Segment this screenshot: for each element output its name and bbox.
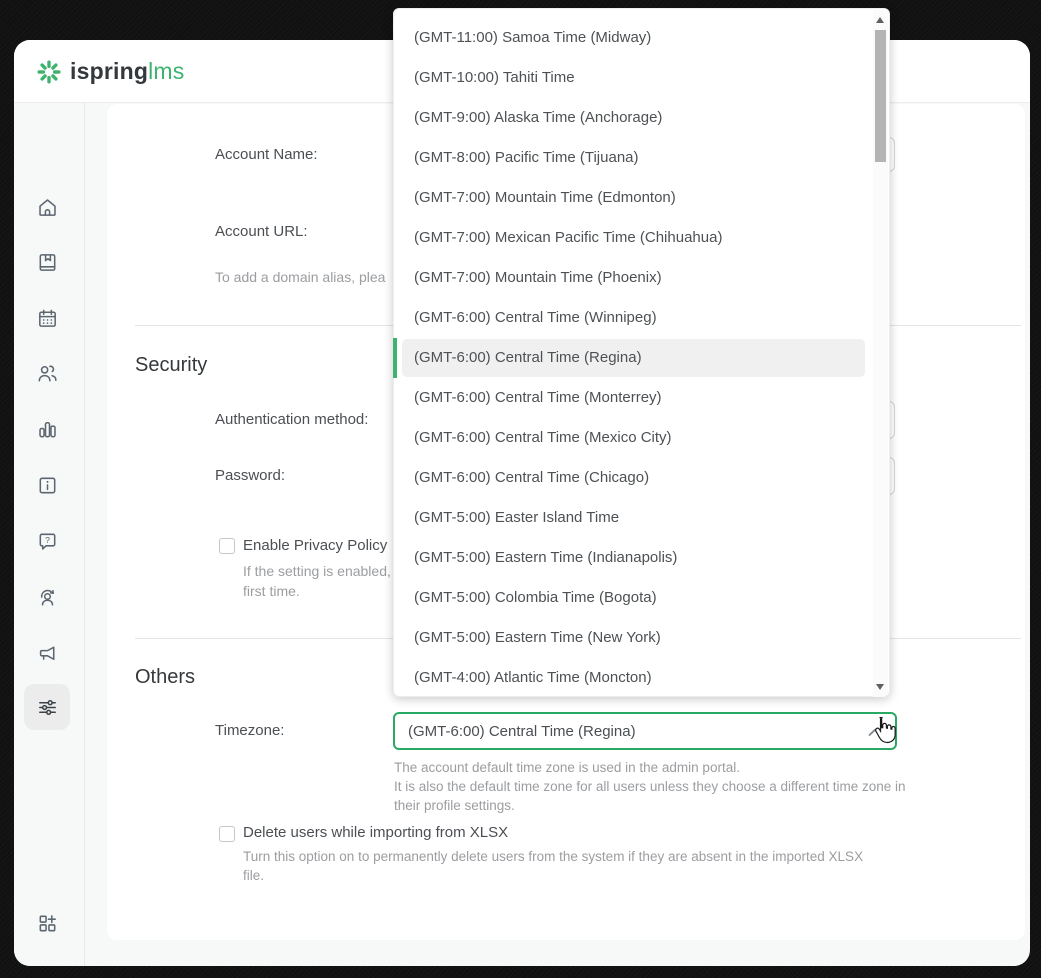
chevron-up-icon bbox=[868, 728, 882, 736]
authentication-method-label: Authentication method: bbox=[215, 411, 369, 428]
apps-add-icon bbox=[39, 914, 56, 931]
timezone-option[interactable]: (GMT-6:00) Central Time (Chicago) bbox=[394, 458, 889, 498]
logo-text: ispringlms bbox=[70, 58, 184, 85]
svg-text:?: ? bbox=[45, 535, 50, 545]
timezone-option-label: (GMT-7:00) Mountain Time (Edmonton) bbox=[414, 189, 676, 206]
timezone-label: Timezone: bbox=[215, 722, 285, 739]
timezone-option-label: (GMT-6:00) Central Time (Monterrey) bbox=[414, 389, 662, 406]
timezone-option[interactable]: (GMT-10:00) Tahiti Time bbox=[394, 58, 889, 98]
logo-ispring: ispring bbox=[70, 58, 149, 84]
timezone-option[interactable]: (GMT-4:00) Atlantic Time (Moncton) bbox=[394, 658, 889, 698]
sidebar-item-announcements[interactable] bbox=[24, 630, 70, 676]
sidebar-item-support[interactable] bbox=[24, 574, 70, 620]
timezone-option[interactable]: (GMT-5:00) Eastern Time (Indianapolis) bbox=[394, 538, 889, 578]
timezone-option-label: (GMT-11:00) Samoa Time (Midway) bbox=[414, 29, 652, 46]
timezone-hint-line3: their profile settings. bbox=[394, 798, 515, 813]
timezone-option[interactable]: (GMT-7:00) Mountain Time (Phoenix) bbox=[394, 258, 889, 298]
timezone-option-label: (GMT-6:00) Central Time (Chicago) bbox=[414, 469, 650, 486]
timezone-option[interactable]: (GMT-6:00) Central Time (Regina) bbox=[393, 338, 889, 378]
megaphone-icon bbox=[39, 646, 54, 660]
timezone-option[interactable]: (GMT-11:00) Samoa Time (Midway) bbox=[394, 18, 889, 58]
privacy-policy-checkbox[interactable] bbox=[219, 538, 235, 554]
support-person-icon bbox=[40, 589, 54, 605]
xlsx-hint-line2: file. bbox=[243, 868, 265, 883]
timezone-option[interactable]: (GMT-5:00) Easter Island Time bbox=[394, 498, 889, 538]
timezone-option-label: (GMT-9:00) Alaska Time (Anchorage) bbox=[414, 109, 663, 126]
dropdown-scrollbar[interactable] bbox=[873, 10, 888, 697]
password-label: Password: bbox=[215, 467, 286, 484]
timezone-option[interactable]: (GMT-6:00) Central Time (Winnipeg) bbox=[394, 298, 889, 338]
book-icon bbox=[39, 253, 55, 271]
sidebar-item-home[interactable] bbox=[24, 184, 70, 230]
sidebar-item-help[interactable]: ? bbox=[24, 518, 70, 564]
timezone-option[interactable]: (GMT-5:00) Colombia Time (Bogota) bbox=[394, 578, 889, 618]
timezone-hint: The account default time zone is used in… bbox=[394, 758, 906, 815]
bar-chart-icon bbox=[38, 421, 56, 437]
sidebar-item-info[interactable] bbox=[24, 462, 70, 508]
timezone-option-label: (GMT-7:00) Mexican Pacific Time (Chihuah… bbox=[414, 229, 723, 246]
account-url-label: Account URL: bbox=[215, 223, 308, 240]
delete-users-xlsx-label[interactable]: Delete users while importing from XLSX bbox=[243, 823, 508, 843]
timezone-option-label: (GMT-7:00) Mountain Time (Phoenix) bbox=[414, 269, 662, 286]
sidebar-item-reports[interactable] bbox=[24, 406, 70, 452]
scroll-up-arrow-icon[interactable] bbox=[876, 17, 884, 23]
logo-lms: lms bbox=[148, 58, 185, 84]
timezone-option-label: (GMT-10:00) Tahiti Time bbox=[414, 69, 575, 86]
timezone-option-label: (GMT-5:00) Colombia Time (Bogota) bbox=[414, 589, 657, 606]
timezone-option-label: (GMT-5:00) Eastern Time (Indianapolis) bbox=[414, 549, 678, 566]
sidebar-item-users[interactable] bbox=[24, 350, 70, 396]
timezone-option[interactable]: (GMT-9:00) Alaska Time (Anchorage) bbox=[394, 98, 889, 138]
timezone-dropdown-list: (GMT-11:00) Samoa Time (Midway) (GMT-10:0… bbox=[393, 18, 889, 698]
privacy-hint-line1: If the setting is enabled, a bbox=[243, 563, 403, 579]
account-name-label: Account Name: bbox=[215, 146, 318, 163]
timezone-select-value: (GMT-6:00) Central Time (Regina) bbox=[408, 722, 636, 740]
domain-alias-hint: To add a domain alias, plea bbox=[215, 269, 386, 285]
ispring-burst-icon bbox=[37, 60, 61, 83]
delete-users-xlsx-hint: Turn this option on to permanently delet… bbox=[243, 847, 863, 885]
xlsx-hint-line1: Turn this option on to permanently delet… bbox=[243, 849, 864, 864]
timezone-option-label: (GMT-6:00) Central Time (Winnipeg) bbox=[414, 309, 657, 326]
timezone-hint-line2: It is also the default time zone for all… bbox=[394, 779, 906, 794]
timezone-option[interactable]: (GMT-7:00) Mexican Pacific Time (Chihuah… bbox=[394, 218, 889, 258]
timezone-option-label: (GMT-5:00) Easter Island Time bbox=[414, 509, 620, 526]
timezone-option-label: (GMT-6:00) Central Time (Regina) bbox=[414, 349, 642, 366]
home-icon bbox=[38, 198, 56, 216]
timezone-option-label: (GMT-6:00) Central Time (Mexico City) bbox=[414, 429, 672, 446]
timezone-option-label: (GMT-8:00) Pacific Time (Tijuana) bbox=[414, 149, 639, 166]
timezone-select[interactable]: (GMT-6:00) Central Time (Regina) bbox=[393, 712, 897, 750]
timezone-option[interactable]: (GMT-6:00) Central Time (Monterrey) bbox=[394, 378, 889, 418]
help-chat-icon: ? bbox=[39, 533, 55, 550]
ispring-logo[interactable]: ispringlms bbox=[36, 40, 184, 103]
others-section-title: Others bbox=[135, 666, 196, 688]
users-icon bbox=[38, 365, 57, 381]
timezone-dropdown: (GMT-11:00) Samoa Time (Midway) (GMT-10:0… bbox=[393, 8, 890, 697]
timezone-hint-line1: The account default time zone is used in… bbox=[394, 760, 740, 775]
calendar-icon bbox=[38, 309, 56, 327]
delete-users-xlsx-checkbox[interactable] bbox=[219, 826, 235, 842]
settings-sliders-icon bbox=[38, 699, 56, 715]
sidebar-item-settings[interactable] bbox=[24, 684, 70, 730]
page-background: ispringlms ? Account Name: Account URL: … bbox=[0, 0, 1041, 978]
security-section-title: Security bbox=[135, 354, 208, 376]
info-icon bbox=[39, 477, 55, 493]
timezone-option[interactable]: (GMT-6:00) Central Time (Mexico City) bbox=[394, 418, 889, 458]
timezone-option[interactable]: (GMT-5:00) Eastern Time (New York) bbox=[394, 618, 889, 658]
sidebar-item-courses[interactable] bbox=[24, 239, 70, 285]
timezone-option-label: (GMT-5:00) Eastern Time (New York) bbox=[414, 629, 661, 646]
privacy-hint-line2: first time. bbox=[243, 583, 300, 599]
sidebar-nav: ? TT bbox=[14, 103, 85, 966]
scrollbar-thumb[interactable] bbox=[875, 30, 886, 162]
sidebar-item-calendar[interactable] bbox=[24, 295, 70, 341]
scroll-down-arrow-icon[interactable] bbox=[876, 684, 884, 690]
privacy-policy-label[interactable]: Enable Privacy Policy bbox=[243, 536, 387, 556]
timezone-option[interactable]: (GMT-8:00) Pacific Time (Tijuana) bbox=[394, 138, 889, 178]
timezone-option[interactable]: (GMT-7:00) Mountain Time (Edmonton) bbox=[394, 178, 889, 218]
sidebar-item-apps[interactable] bbox=[24, 900, 70, 946]
timezone-option-label: (GMT-4:00) Atlantic Time (Moncton) bbox=[414, 669, 652, 686]
